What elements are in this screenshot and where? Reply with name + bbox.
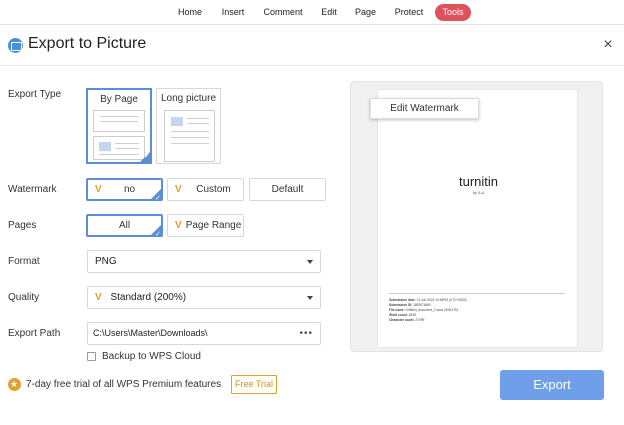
close-icon[interactable]: ×: [600, 37, 616, 53]
pages-all-label: All: [118, 220, 131, 231]
preview-meta-row: Character count: 27099: [389, 318, 425, 322]
vip-icon: V: [175, 220, 182, 231]
preview-meta-row: Word count: 4638: [389, 313, 416, 317]
export-type-long-picture[interactable]: Long picture: [156, 88, 221, 164]
preview-divider: [389, 293, 565, 294]
menu-protect[interactable]: Protect: [388, 4, 430, 21]
export-path-input[interactable]: C:\Users\Master\Downloads\ •••: [87, 322, 321, 345]
pages-label: Pages: [8, 220, 37, 231]
preview-meta-row: Submission ID: 1853976460: [389, 303, 431, 307]
preview-page: turnitin by A A Submission date: 13-Jun-…: [377, 89, 578, 348]
export-path-label: Export Path: [8, 328, 61, 339]
format-label: Format: [8, 256, 40, 267]
preview-meta-row: Submission date: 13-Jun-2022 10:48PM (UT…: [389, 298, 467, 302]
by-page-caption: By Page: [100, 94, 138, 105]
watermark-default-button[interactable]: Default: [249, 178, 326, 201]
picture-export-icon: [8, 38, 23, 53]
watermark-custom-label: Custom: [196, 184, 231, 195]
quality-select[interactable]: V Standard (200%): [87, 286, 321, 309]
backup-label[interactable]: Backup to WPS Cloud: [102, 351, 201, 362]
watermark-label: Watermark: [8, 184, 57, 195]
menu-home[interactable]: Home: [171, 4, 209, 21]
menu-page[interactable]: Page: [350, 4, 381, 21]
backup-checkbox[interactable]: [87, 352, 96, 361]
more-icon[interactable]: •••: [299, 323, 313, 344]
export-path-value: C:\Users\Master\Downloads\: [93, 328, 208, 338]
menu-insert[interactable]: Insert: [215, 4, 251, 21]
selected-check-icon: [150, 188, 162, 208]
watermark-no-button[interactable]: V no: [86, 178, 163, 208]
vip-icon: V: [95, 184, 102, 195]
dialog-title: Export to Picture: [28, 35, 147, 52]
preview-meta-row: File name: Untitled_document_2.docx (508…: [389, 308, 459, 312]
menu-edit[interactable]: Edit: [315, 4, 343, 21]
preview-panel: turnitin by A A Submission date: 13-Jun-…: [350, 81, 603, 352]
preview-brand: turnitin: [458, 174, 499, 189]
vip-icon: V: [175, 184, 182, 195]
premium-text: 7-day free trial of all WPS Premium feat…: [26, 379, 222, 390]
edit-watermark-button[interactable]: Edit Watermark: [370, 98, 479, 119]
free-trial-button[interactable]: Free Trial: [231, 375, 277, 394]
dialog-titlebar: Export to Picture ×: [0, 26, 624, 66]
by-page-thumb-bottom: [93, 136, 145, 160]
long-picture-caption: Long picture: [160, 93, 217, 104]
menu-tools[interactable]: Tools: [435, 4, 471, 21]
export-type-label: Export Type: [8, 89, 62, 100]
by-page-thumb-top: [93, 110, 145, 132]
format-select[interactable]: PNG: [87, 250, 321, 273]
preview-brand-sub: by A A: [472, 190, 485, 195]
watermark-no-label: no: [123, 184, 136, 195]
menu-comment[interactable]: Comment: [258, 4, 308, 21]
long-picture-thumb: [164, 110, 215, 162]
quality-label: Quality: [8, 292, 40, 303]
export-button[interactable]: Export: [500, 370, 604, 400]
pages-range-label: Page Range: [185, 220, 242, 231]
selected-check-icon: [150, 224, 162, 244]
chevron-down-icon: [307, 260, 313, 264]
quality-value: Standard (200%): [110, 292, 187, 303]
format-value: PNG: [95, 256, 117, 267]
pages-all-button[interactable]: All: [86, 214, 163, 244]
vip-icon: V: [95, 292, 102, 303]
premium-icon: [8, 378, 21, 391]
export-type-by-page[interactable]: By Page: [86, 88, 152, 164]
menu-bar: Home Insert Comment Edit Page Protect To…: [0, 0, 624, 25]
chevron-down-icon: [307, 296, 313, 300]
watermark-default-label: Default: [271, 184, 304, 195]
pages-range-button[interactable]: V Page Range: [167, 214, 244, 237]
selected-check-icon: [139, 151, 151, 163]
watermark-custom-button[interactable]: V Custom: [167, 178, 244, 201]
